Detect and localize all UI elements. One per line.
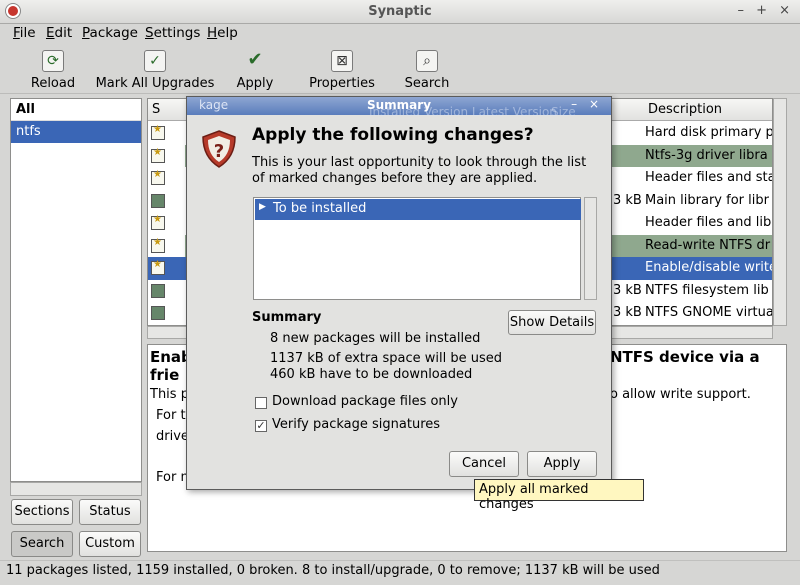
apply-toolbar-button[interactable]: ✔ Apply xyxy=(232,49,278,92)
installed-star-icon[interactable] xyxy=(151,169,165,185)
column-status[interactable]: S xyxy=(152,102,160,117)
status-button[interactable]: Status xyxy=(79,499,141,525)
installed-star-icon[interactable] xyxy=(151,147,165,163)
description-heading-left-2: frie xyxy=(150,366,180,384)
custom-button[interactable]: Custom xyxy=(79,531,141,557)
column-description[interactable]: Description xyxy=(648,102,722,117)
mark-all-upgrades-button[interactable]: ✓ Mark All Upgrades xyxy=(93,50,217,91)
menu-package[interactable]: Package xyxy=(82,25,138,41)
svg-text:?: ? xyxy=(214,141,224,162)
dialog-window-controls[interactable]: – × xyxy=(571,97,603,111)
changes-list-scrollbar[interactable] xyxy=(584,197,597,300)
verify-signatures-checkbox[interactable]: ✓ xyxy=(255,420,267,432)
cancel-button[interactable]: Cancel xyxy=(449,451,519,477)
properties-icon: ⊠ xyxy=(331,50,353,72)
menu-settings[interactable]: Settings xyxy=(145,25,200,41)
menu-file[interactable]: File xyxy=(13,25,36,41)
installed-star-icon[interactable] xyxy=(151,214,165,230)
changes-list: To be installed xyxy=(253,197,581,300)
dialog-title: Summary xyxy=(366,98,432,112)
filter-list-header[interactable]: All xyxy=(11,99,141,121)
reload-icon: ⟳ xyxy=(42,50,64,72)
window-title: Synaptic xyxy=(368,4,432,19)
summary-line: 460 kB have to be downloaded xyxy=(270,367,473,382)
search-icon: ⌕ xyxy=(416,50,438,72)
dialog-titlebar: kage Installed Version Latest Version Su… xyxy=(187,97,611,119)
mark-upgrades-icon: ✓ xyxy=(144,50,166,72)
verify-signatures-label: Verify package signatures xyxy=(272,417,441,432)
dialog-intro-text: This is your last opportunity to look th… xyxy=(252,155,587,186)
dialog-heading: Apply the following changes? xyxy=(252,125,534,145)
warning-shield-icon: ? xyxy=(202,130,236,168)
filter-list: All ntfs xyxy=(10,98,142,482)
window-controls[interactable]: – + × xyxy=(737,3,794,18)
marked-install-icon[interactable] xyxy=(151,306,165,320)
description-line: drive xyxy=(156,429,189,444)
summary-dialog: kage Installed Version Latest Version Su… xyxy=(186,96,612,490)
menu-help[interactable]: Help xyxy=(207,25,238,41)
installed-star-icon[interactable] xyxy=(151,124,165,140)
description-line: This p xyxy=(150,387,189,402)
search-toolbar-button[interactable]: ⌕ Search xyxy=(402,50,452,91)
search-filter-button[interactable]: Search xyxy=(11,531,73,557)
download-only-label: Download package files only xyxy=(272,394,458,409)
apply-button[interactable]: Apply xyxy=(527,451,597,477)
marked-install-icon[interactable] xyxy=(151,193,165,208)
toolbar: ⟳ Reload ✓ Mark All Upgrades ✔ Apply ⊠ P… xyxy=(0,46,800,94)
marked-install-icon[interactable] xyxy=(151,283,165,298)
download-only-checkbox[interactable] xyxy=(255,397,267,409)
summary-line: 8 new packages will be installed xyxy=(270,331,481,346)
apply-checkmark-icon: ✔ xyxy=(247,49,263,70)
installed-star-icon[interactable] xyxy=(151,259,165,275)
to-be-installed-item[interactable]: To be installed xyxy=(255,199,581,220)
status-bar: 11 packages listed, 1159 installed, 0 br… xyxy=(0,560,800,585)
installed-star-icon[interactable] xyxy=(151,237,165,253)
reload-button[interactable]: ⟳ Reload xyxy=(28,50,78,91)
apply-tooltip: Apply all marked changes xyxy=(474,479,644,512)
description-heading-right: NTFS device via a xyxy=(610,348,760,366)
sections-button[interactable]: Sections xyxy=(11,499,73,525)
filter-list-hscrollbar[interactable] xyxy=(10,482,142,496)
menu-edit[interactable]: Edit xyxy=(46,25,72,41)
description-line: o allow write support. xyxy=(610,387,751,402)
window-titlebar: Synaptic – + × xyxy=(0,0,800,24)
properties-button[interactable]: ⊠ Properties xyxy=(305,50,379,91)
show-details-button[interactable]: Show Details xyxy=(508,310,596,335)
package-table-vscrollbar[interactable] xyxy=(773,98,787,326)
summary-line: 1137 kB of extra space will be used xyxy=(270,351,502,366)
filter-item-ntfs[interactable]: ntfs xyxy=(11,121,141,143)
summary-label: Summary xyxy=(252,310,322,325)
menubar: File Edit Package Settings Help xyxy=(0,24,800,45)
